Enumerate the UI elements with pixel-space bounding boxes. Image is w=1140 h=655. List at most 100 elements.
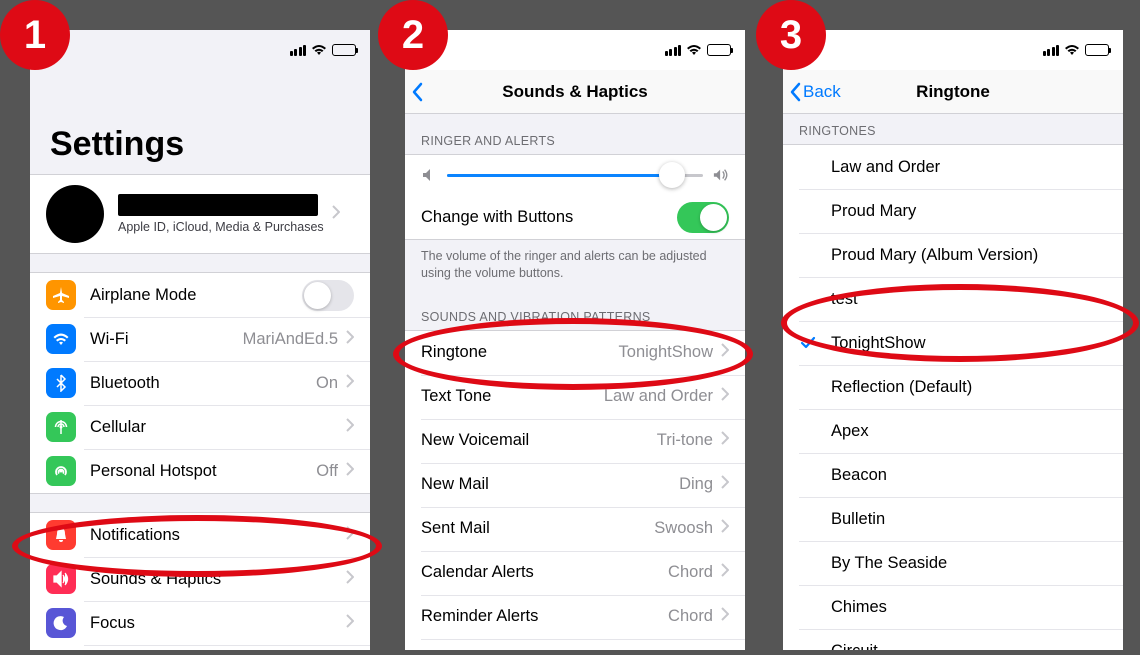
row-value: MariAndEd.5: [243, 330, 338, 349]
settings-group-connectivity: Airplane Mode Wi-Fi MariAndEd.5 BluetoothOn…: [30, 272, 370, 494]
row-reflection-default-[interactable]: Reflection (Default): [783, 365, 1123, 409]
row-label: Calendar Alerts: [421, 563, 660, 582]
screen-ringtone: Back Ringtone RINGTONES Law and OrderPro…: [783, 30, 1123, 650]
row-circuit[interactable]: Circuit: [783, 629, 1123, 650]
step-badge-2: 2: [378, 0, 448, 70]
row-label: New Mail: [421, 475, 671, 494]
speaker-low-icon: [421, 167, 437, 183]
chevron-right-icon: [346, 570, 354, 589]
row-test[interactable]: test: [783, 277, 1123, 321]
wifi-icon: [46, 324, 76, 354]
bluetooth-icon: [46, 368, 76, 398]
wifi-icon: [686, 44, 702, 56]
row-law-and-order[interactable]: Law and Order: [783, 145, 1123, 189]
toggle-switch[interactable]: [302, 280, 354, 311]
chevron-right-icon: [332, 205, 340, 224]
row-apex[interactable]: Apex: [783, 409, 1123, 453]
battery-icon: [707, 44, 731, 56]
avatar: [46, 185, 104, 243]
toggle-switch[interactable]: [677, 202, 729, 233]
row-label: Sent Mail: [421, 519, 646, 538]
bell-icon: [46, 520, 76, 550]
row-label: Notifications: [90, 526, 338, 545]
row-label: Chimes: [831, 598, 1107, 617]
row-value: Tri-tone: [657, 431, 713, 450]
navbar: Sounds & Haptics: [405, 70, 745, 114]
page-title: Settings: [30, 70, 370, 174]
signal-icon: [290, 45, 307, 56]
cellular-icon: [46, 412, 76, 442]
status-bar: [783, 30, 1123, 70]
chevron-right-icon: [721, 431, 729, 450]
row-proud-mary-album-version-[interactable]: Proud Mary (Album Version): [783, 233, 1123, 277]
row-label: Proud Mary: [831, 202, 1107, 221]
change-with-buttons-row[interactable]: Change with Buttons: [405, 195, 745, 239]
row-new-mail[interactable]: New Mail Ding: [405, 463, 745, 507]
row-value: On: [316, 374, 338, 393]
checkmark-icon: [799, 335, 817, 351]
chevron-right-icon: [346, 614, 354, 633]
row-label: Ringtone: [421, 343, 611, 362]
slider-thumb[interactable]: [659, 162, 685, 188]
moon-icon: [46, 608, 76, 638]
row-cellular[interactable]: Cellular: [30, 405, 370, 449]
row-label: Beacon: [831, 466, 1107, 485]
chevron-right-icon: [721, 607, 729, 626]
row-notifications[interactable]: Notifications: [30, 513, 370, 557]
profile-row[interactable]: Apple ID, iCloud, Media & Purchases: [30, 175, 370, 253]
row-focus[interactable]: Focus: [30, 601, 370, 645]
chevron-right-icon: [721, 387, 729, 406]
row-personal-hotspot[interactable]: Personal HotspotOff: [30, 449, 370, 493]
row-airplane-mode[interactable]: Airplane Mode: [30, 273, 370, 317]
volume-slider[interactable]: [447, 174, 703, 177]
row-airdrop[interactable]: AirDropPulse: [405, 639, 745, 650]
row-label: Cellular: [90, 418, 338, 437]
row-calendar-alerts[interactable]: Calendar AlertsChord: [405, 551, 745, 595]
status-bar: [30, 30, 370, 70]
chevron-right-icon: [721, 519, 729, 538]
row-sounds-haptics[interactable]: Sounds & Haptics: [30, 557, 370, 601]
step-badge-3: 3: [756, 0, 826, 70]
back-button[interactable]: Back: [789, 82, 841, 102]
row-new-voicemail[interactable]: New VoicemailTri-tone: [405, 419, 745, 463]
row-label: Apex: [831, 422, 1107, 441]
signal-icon: [665, 45, 682, 56]
airplane-icon: [46, 280, 76, 310]
row-ringtone[interactable]: RingtoneTonightShow: [405, 331, 745, 375]
chevron-right-icon: [346, 418, 354, 437]
chevron-right-icon: [346, 526, 354, 545]
row-reminder-alerts[interactable]: Reminder AlertsChord: [405, 595, 745, 639]
status-bar: [405, 30, 745, 70]
row-label: Wi-Fi: [90, 330, 235, 349]
row-label: Reminder Alerts: [421, 607, 660, 626]
row-sent-mail[interactable]: Sent MailSwoosh: [405, 507, 745, 551]
row-tonightshow[interactable]: TonightShow: [783, 321, 1123, 365]
row-screen-time[interactable]: Screen Time: [30, 645, 370, 650]
row-label: Proud Mary (Album Version): [831, 246, 1107, 265]
row-value: Ding: [679, 475, 713, 494]
chevron-right-icon: [721, 563, 729, 582]
navbar-title: Ringtone: [916, 82, 990, 102]
row-proud-mary[interactable]: Proud Mary: [783, 189, 1123, 233]
battery-icon: [332, 44, 356, 56]
row-label: Focus: [90, 614, 338, 633]
volume-slider-row[interactable]: [405, 155, 745, 195]
back-button[interactable]: [411, 82, 423, 102]
row-by-the-seaside[interactable]: By The Seaside: [783, 541, 1123, 585]
row-bulletin[interactable]: Bulletin: [783, 497, 1123, 541]
step-badge-1: 1: [0, 0, 70, 70]
wifi-icon: [1064, 44, 1080, 56]
row-label: Airplane Mode: [90, 286, 302, 305]
row-bluetooth[interactable]: BluetoothOn: [30, 361, 370, 405]
profile-subtitle: Apple ID, iCloud, Media & Purchases: [118, 220, 324, 234]
row-chimes[interactable]: Chimes: [783, 585, 1123, 629]
profile-name-redacted: [118, 194, 318, 216]
row-wi-fi[interactable]: Wi-Fi MariAndEd.5: [30, 317, 370, 361]
row-text-tone[interactable]: Text ToneLaw and Order: [405, 375, 745, 419]
chevron-right-icon: [346, 374, 354, 393]
settings-group-system: Notifications Sounds & Haptics Focus Screen…: [30, 512, 370, 650]
chevron-left-icon: [789, 82, 801, 102]
row-beacon[interactable]: Beacon: [783, 453, 1123, 497]
battery-icon: [1085, 44, 1109, 56]
chevron-right-icon: [721, 475, 729, 494]
